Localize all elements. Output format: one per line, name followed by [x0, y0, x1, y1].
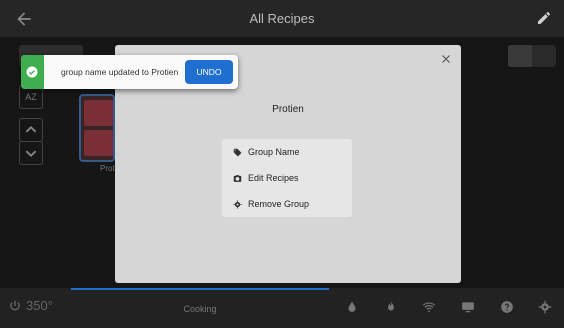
page-title: All Recipes [249, 11, 315, 26]
gear-icon [233, 199, 242, 209]
dialog-title: Protien [272, 104, 304, 115]
check-circle-icon [26, 66, 38, 78]
group-label: Prot [100, 164, 115, 173]
pencil-icon[interactable] [536, 10, 552, 26]
screen-icon[interactable] [461, 300, 475, 314]
wifi-icon[interactable] [422, 300, 436, 314]
power-temperature[interactable]: 350 ° [8, 298, 53, 313]
recipe-group-thumbnail[interactable] [79, 94, 115, 162]
toast-status-strip [21, 55, 44, 89]
undo-button[interactable]: UNDO [185, 60, 233, 84]
food-image [84, 100, 113, 126]
remove-group-label: Remove Group [248, 199, 310, 209]
temperature-unit: ° [47, 298, 53, 313]
temperature-value: 350 [26, 298, 48, 313]
success-toast: group name updated to Protien UNDO [21, 55, 238, 89]
group-name-label: Group Name [248, 147, 300, 157]
scroll-up-button[interactable] [19, 118, 43, 142]
close-icon[interactable] [439, 52, 453, 66]
flame-icon[interactable] [384, 300, 398, 314]
remove-group-option[interactable]: Remove Group [222, 191, 352, 217]
drop-icon[interactable] [345, 300, 359, 314]
settings-icon[interactable] [538, 300, 552, 314]
camera-icon [233, 174, 242, 182]
help-icon[interactable] [500, 300, 514, 314]
bottom-bar: 350 ° Cooking [0, 288, 564, 328]
group-options-menu: Group Name Edit Recipes Remove Group [222, 139, 352, 217]
toast-message: group name updated to Protien [61, 67, 179, 77]
chevron-up-icon [25, 125, 37, 133]
chevron-down-icon [25, 150, 37, 158]
tag-icon [233, 148, 242, 156]
food-image [84, 130, 113, 156]
top-bar: All Recipes [0, 0, 564, 37]
scroll-down-button[interactable] [19, 141, 43, 165]
power-icon [10, 300, 20, 310]
grid-view-icon[interactable] [508, 45, 532, 67]
view-toggle[interactable] [508, 45, 556, 67]
edit-recipes-option[interactable]: Edit Recipes [222, 165, 352, 191]
group-name-option[interactable]: Group Name [222, 139, 352, 165]
tab-cooking[interactable]: Cooking [71, 288, 329, 328]
edit-recipes-label: Edit Recipes [248, 173, 299, 183]
